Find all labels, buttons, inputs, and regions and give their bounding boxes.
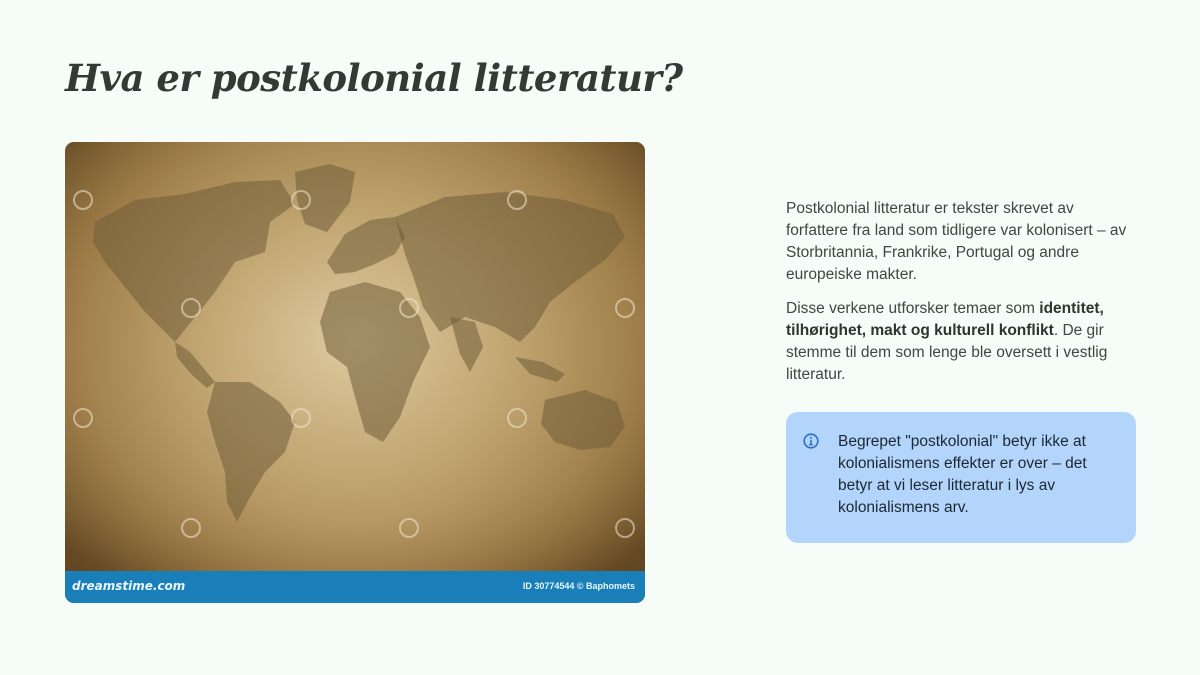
paragraph-2: Disse verkene utforsker temaer som ident… [786, 298, 1136, 386]
info-callout: Begrepet "postkolonial" betyr ikke at ko… [786, 412, 1136, 543]
image-watermark-bar: dreamstime.com ID 30774544 © Baphomets [65, 571, 645, 603]
image-credit: ID 30774544 © Baphomets [522, 581, 635, 591]
callout-text: Begrepet "postkolonial" betyr ikke at ko… [838, 433, 1087, 516]
world-map-illustration [65, 142, 645, 572]
body-text: Postkolonial litteratur er tekster skrev… [786, 198, 1136, 398]
world-map-image: dreamstime.com ID 30774544 © Baphomets [65, 142, 645, 603]
paragraph-2-intro: Disse verkene utforsker temaer som [786, 300, 1040, 317]
paragraph-1: Postkolonial litteratur er tekster skrev… [786, 200, 1127, 283]
info-icon [803, 433, 819, 449]
slide-title: Hva er postkolonial litteratur? [65, 56, 683, 100]
image-brand: dreamstime.com [72, 579, 186, 593]
